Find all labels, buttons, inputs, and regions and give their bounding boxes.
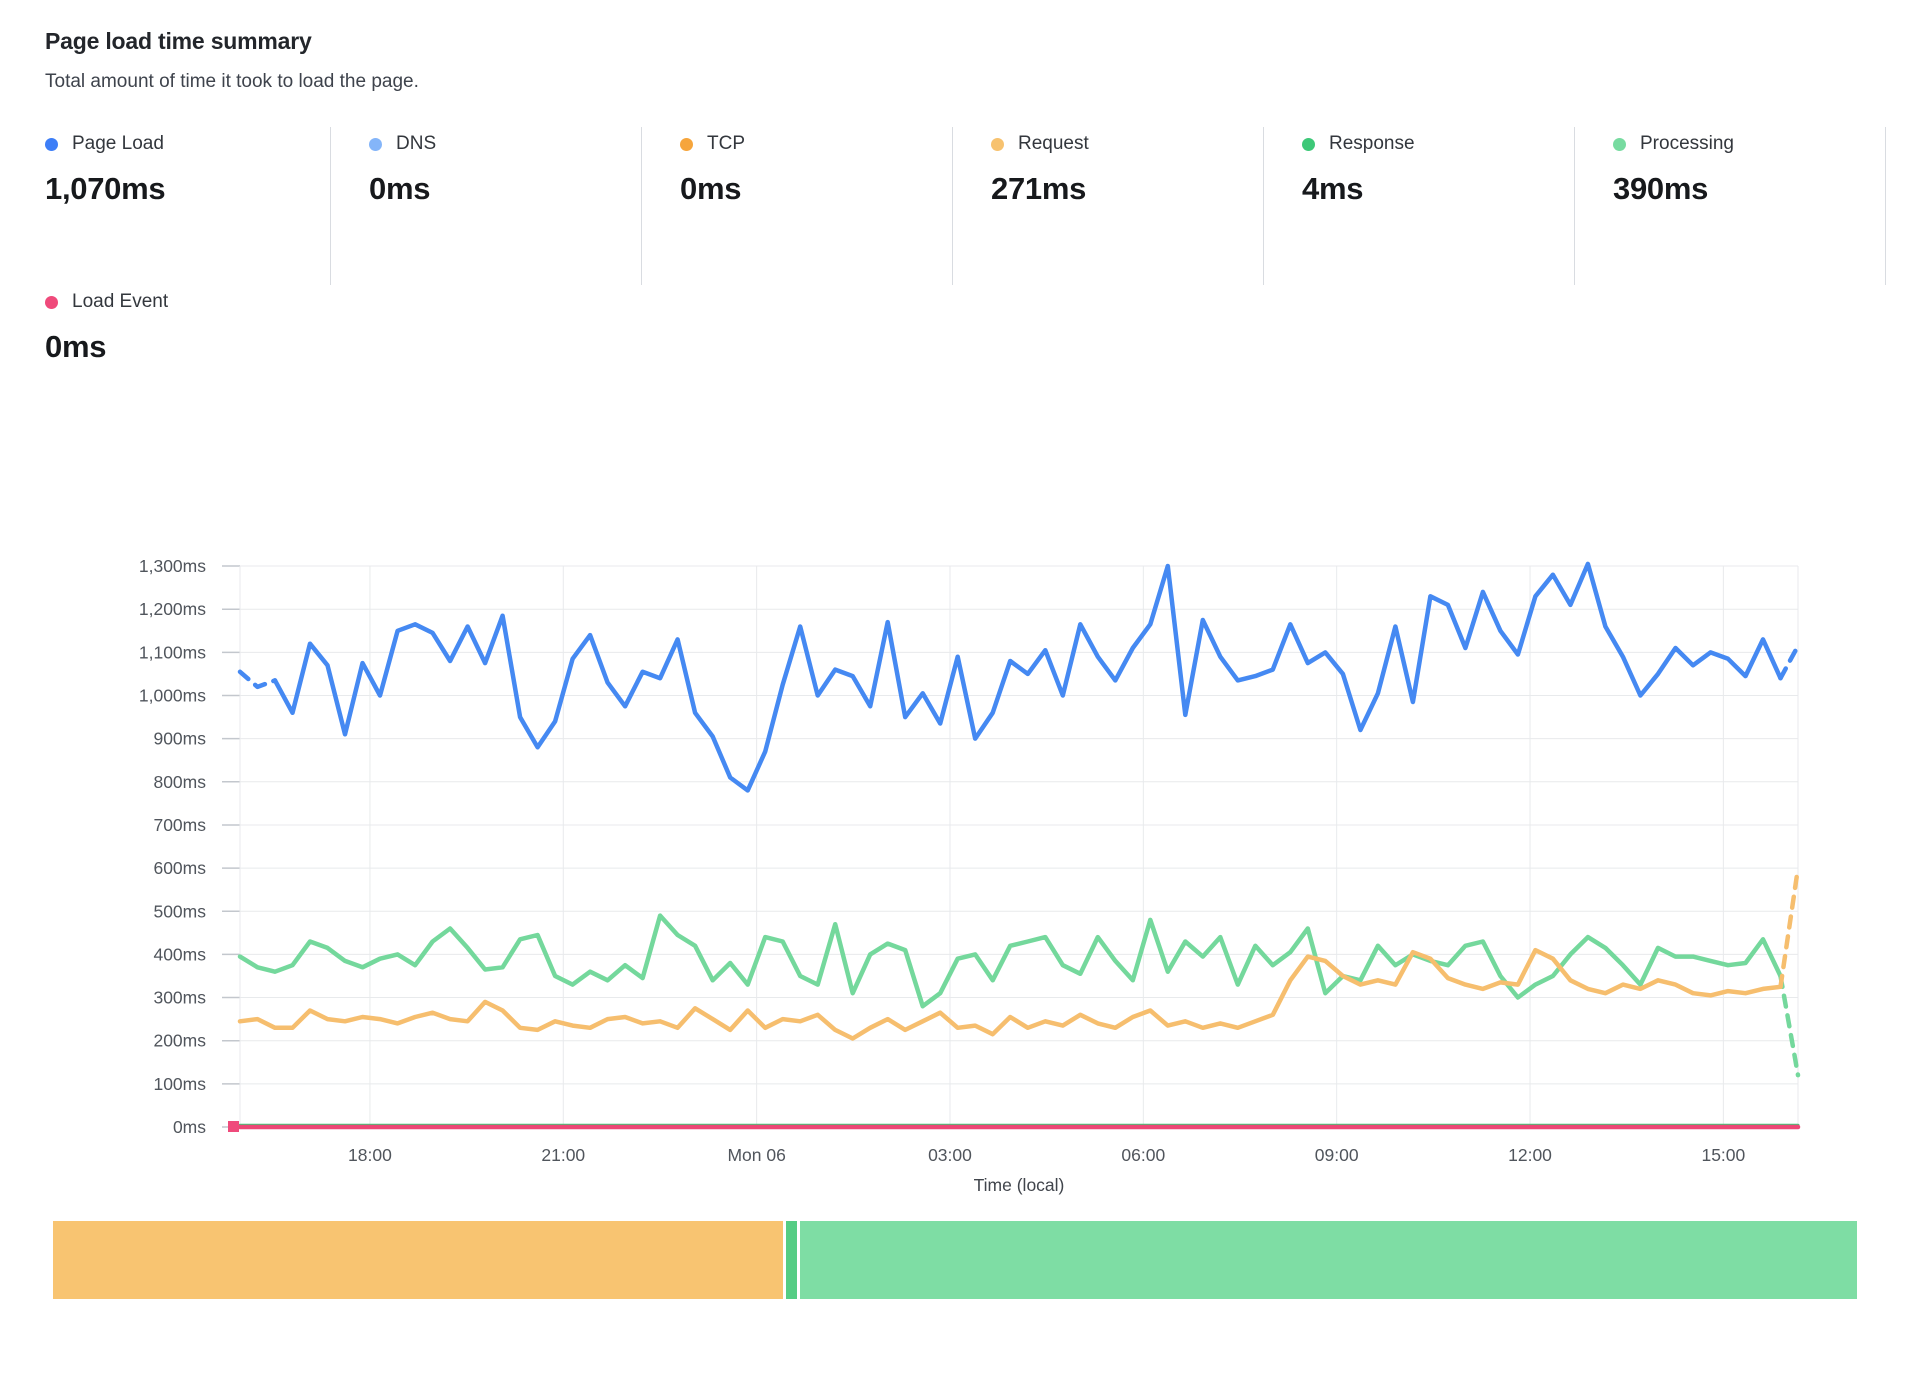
- y-axis-label: 1,200ms: [139, 599, 206, 619]
- y-axis-label: 700ms: [153, 815, 206, 835]
- x-axis-label: 12:00: [1508, 1145, 1552, 1165]
- metric-page-load: Page Load 1,070ms: [45, 127, 331, 285]
- metric-request: Request 271ms: [953, 127, 1264, 285]
- x-axis-label: 03:00: [928, 1145, 972, 1165]
- dns-legend-dot-icon: [369, 138, 382, 151]
- series-line-request: [240, 950, 1781, 1038]
- latency-line-chart[interactable]: 0ms 100ms 200ms 300ms 400ms 500ms 600ms 700ms 80…: [0, 420, 1910, 1215]
- page-subtitle: Total amount of time it took to load the…: [45, 71, 1910, 93]
- metric-value: 1,070ms: [45, 171, 330, 207]
- metric-load-event: Load Event 0ms: [45, 285, 1910, 381]
- load-event-start-marker: [228, 1121, 239, 1132]
- x-axis-label: 15:00: [1701, 1145, 1745, 1165]
- x-axis-title: Time (local): [974, 1175, 1065, 1195]
- y-axis-label: 600ms: [153, 858, 206, 878]
- y-axis-label: 800ms: [153, 772, 206, 792]
- y-axis-label: 1,300ms: [139, 556, 206, 576]
- metric-dns: DNS 0ms: [331, 127, 642, 285]
- metric-label: Request: [1018, 133, 1089, 155]
- page-title: Page load time summary: [45, 28, 1910, 55]
- series-line-processing: [1781, 976, 1799, 1075]
- y-axis-label: 500ms: [153, 901, 206, 921]
- series-line-processing: [240, 916, 1781, 1007]
- bar-segment-response: [786, 1221, 797, 1299]
- bar-segment-processing: [800, 1221, 1857, 1299]
- metric-value: 0ms: [369, 171, 641, 207]
- metric-value: 271ms: [991, 171, 1263, 207]
- y-axis-label: 200ms: [153, 1031, 206, 1051]
- metric-tcp: TCP 0ms: [642, 127, 953, 285]
- metric-value: 4ms: [1302, 171, 1574, 207]
- metric-processing: Processing 390ms: [1575, 127, 1886, 285]
- load-event-legend-dot-icon: [45, 296, 58, 309]
- metric-label: Processing: [1640, 133, 1734, 155]
- y-axis-label: 100ms: [153, 1074, 206, 1094]
- y-axis-label: 1,100ms: [139, 642, 206, 662]
- series-line-page-load: [275, 564, 1781, 791]
- metric-value: 0ms: [680, 171, 952, 207]
- metric-label: Page Load: [72, 133, 164, 155]
- x-axis-label: 18:00: [348, 1145, 392, 1165]
- metric-label: Response: [1329, 133, 1415, 155]
- y-axis-label: 1,000ms: [139, 686, 206, 706]
- metric-response: Response 4ms: [1264, 127, 1575, 285]
- page-load-legend-dot-icon: [45, 138, 58, 151]
- series-line-page-load: [1781, 646, 1799, 678]
- x-axis-label: 09:00: [1315, 1145, 1359, 1165]
- response-legend-dot-icon: [1302, 138, 1315, 151]
- timing-breakdown-bar: [53, 1221, 1857, 1299]
- x-axis-label: Mon 06: [727, 1145, 785, 1165]
- request-legend-dot-icon: [991, 138, 1004, 151]
- y-axis-label: 0ms: [173, 1117, 206, 1137]
- series-line-page-load: [240, 672, 275, 687]
- page-load-summary-panel: Page load time summary Total amount of t…: [0, 28, 1910, 1299]
- x-axis-label: 21:00: [541, 1145, 585, 1165]
- y-axis-label: 300ms: [153, 988, 206, 1008]
- metric-label: TCP: [707, 133, 745, 155]
- metric-value: 390ms: [1613, 171, 1885, 207]
- processing-legend-dot-icon: [1613, 138, 1626, 151]
- y-axis-label: 900ms: [153, 729, 206, 749]
- metric-value: 0ms: [45, 329, 1910, 365]
- metric-label: Load Event: [72, 291, 168, 313]
- series-line-request: [1781, 868, 1799, 987]
- tcp-legend-dot-icon: [680, 138, 693, 151]
- x-axis-label: 06:00: [1121, 1145, 1165, 1165]
- metrics-row: Page Load 1,070ms DNS 0ms TCP 0ms Reques…: [45, 127, 1910, 285]
- metric-label: DNS: [396, 133, 436, 155]
- bar-segment-request: [53, 1221, 783, 1299]
- y-axis-label: 400ms: [153, 944, 206, 964]
